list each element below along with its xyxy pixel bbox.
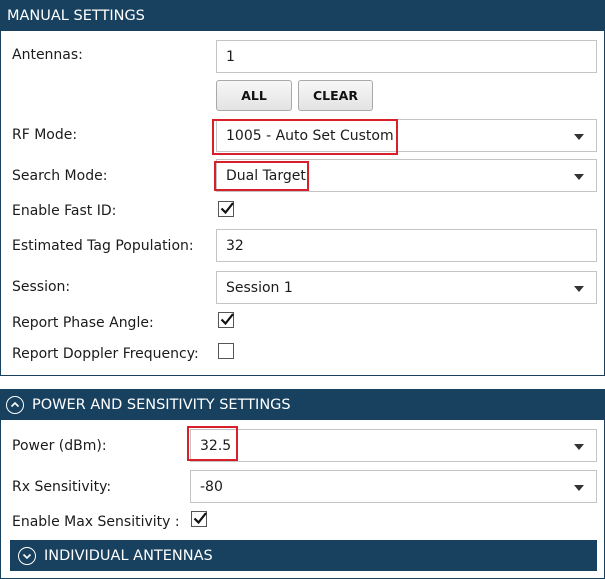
doppler-label: Report Doppler Frequency: [12, 346, 199, 362]
checkmark-icon [220, 202, 234, 215]
individual-antennas-title: INDIVIDUAL ANTENNAS [44, 547, 213, 564]
max-sensitivity-checkbox[interactable] [191, 511, 207, 527]
dropdown-arrow-icon [574, 484, 584, 491]
session-label: Session: [12, 279, 71, 295]
search-mode-value: Dual Target [226, 167, 306, 184]
checkmark-icon [220, 313, 234, 326]
all-button[interactable]: ALL [216, 80, 292, 111]
rf-mode-label: RF Mode: [12, 127, 78, 143]
session-select[interactable]: Session 1 [216, 271, 597, 304]
checkmark-icon [193, 512, 207, 525]
dropdown-arrow-icon [574, 173, 584, 180]
power-settings-title: POWER AND SENSITIVITY SETTINGS [32, 396, 291, 413]
antennas-label: Antennas: [12, 47, 83, 63]
rf-mode-value: 1005 - Auto Set Custom [226, 127, 394, 144]
dropdown-arrow-icon [574, 443, 584, 450]
session-value: Session 1 [226, 279, 293, 296]
tag-population-input[interactable]: 32 [216, 229, 597, 262]
power-value: 32.5 [200, 437, 232, 454]
rx-sensitivity-label: Rx Sensitivity: [12, 479, 112, 495]
fast-id-checkbox[interactable] [218, 201, 234, 217]
doppler-checkbox[interactable] [218, 343, 234, 359]
power-label: Power (dBm): [12, 438, 107, 454]
search-mode-select[interactable]: Dual Target [216, 159, 597, 192]
manual-settings-title: MANUAL SETTINGS [7, 7, 145, 24]
chevron-up-circle-icon[interactable] [6, 395, 24, 414]
chevron-down-circle-icon[interactable] [18, 546, 36, 565]
tag-population-label: Estimated Tag Population: [12, 238, 194, 254]
dropdown-arrow-icon [574, 133, 584, 140]
power-settings-header[interactable]: POWER AND SENSITIVITY SETTINGS [0, 389, 605, 420]
rx-sensitivity-select[interactable]: -80 [190, 470, 597, 503]
antennas-input[interactable]: 1 [216, 40, 597, 73]
individual-antennas-header[interactable]: INDIVIDUAL ANTENNAS [10, 540, 597, 571]
rx-sensitivity-value: -80 [200, 478, 223, 495]
rf-mode-select[interactable]: 1005 - Auto Set Custom [216, 119, 597, 152]
max-sensitivity-label: Enable Max Sensitivity : [12, 514, 180, 530]
power-select[interactable]: 32.5 [190, 429, 597, 462]
clear-button[interactable]: CLEAR [298, 80, 373, 111]
dropdown-arrow-icon [574, 285, 584, 292]
search-mode-label: Search Mode: [12, 168, 108, 184]
fast-id-label: Enable Fast ID: [12, 203, 117, 219]
phase-angle-label: Report Phase Angle: [12, 315, 154, 331]
manual-settings-header: MANUAL SETTINGS [0, 0, 605, 31]
phase-angle-checkbox[interactable] [218, 312, 234, 328]
